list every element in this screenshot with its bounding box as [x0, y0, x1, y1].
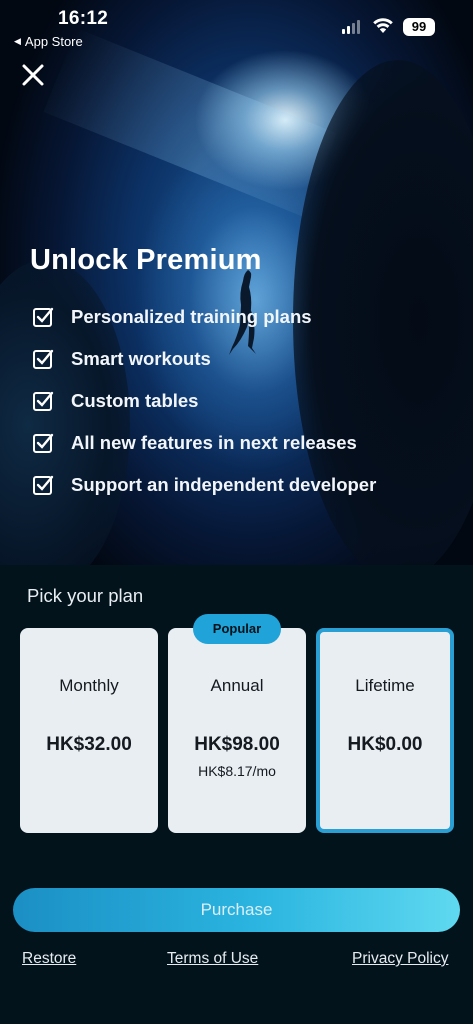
plan-price: HK$0.00 [347, 734, 423, 755]
back-triangle-icon: ◀ [14, 36, 21, 46]
plan-name: Monthly [59, 676, 119, 695]
plan-name: Lifetime [355, 676, 415, 695]
close-icon[interactable] [20, 62, 46, 88]
feature-item: Smart workouts [32, 338, 376, 380]
feature-label: All new features in next releases [71, 432, 357, 453]
feature-label: Personalized training plans [71, 306, 312, 327]
cellular-signal-icon [342, 20, 360, 34]
plan-card-monthly[interactable]: Monthly HK$32.00 [20, 628, 158, 833]
feature-label: Custom tables [71, 390, 199, 411]
checkbox-checked-icon [33, 391, 54, 411]
checkbox-checked-icon [33, 307, 54, 327]
battery-icon: 99 [403, 18, 435, 36]
plan-price: HK$98.00 [194, 734, 280, 755]
feature-label: Support an independent developer [71, 474, 377, 495]
feature-list: Personalized training plans Smart workou… [32, 296, 376, 506]
status-time: 16:12 [58, 8, 109, 29]
popular-badge: Popular [193, 614, 281, 644]
light-ray [43, 28, 337, 217]
plan-card-lifetime[interactable]: Lifetime HK$0.00 [316, 628, 454, 833]
feature-item: All new features in next releases [32, 422, 376, 464]
checkbox-checked-icon [33, 475, 54, 495]
checkbox-checked-icon [33, 433, 54, 453]
feature-item: Personalized training plans [32, 296, 376, 338]
plan-monthly-equivalent: HK$8.17/mo [198, 763, 276, 779]
plan-card-annual[interactable]: Annual HK$98.00 HK$8.17/mo [168, 628, 306, 833]
restore-link[interactable]: Restore [22, 950, 76, 968]
plan-name: Annual [210, 676, 264, 695]
wifi-icon [373, 18, 393, 33]
back-app-label: App Store [24, 34, 83, 49]
plan-price: HK$32.00 [46, 734, 132, 755]
plan-section-heading: Pick your plan [27, 585, 144, 606]
page-title: Unlock Premium [30, 244, 262, 276]
checkbox-checked-icon [33, 349, 54, 369]
feature-label: Smart workouts [71, 348, 211, 369]
purchase-button[interactable]: Purchase [13, 888, 460, 932]
back-to-app-store-link[interactable]: ◀ App Store [14, 34, 83, 49]
privacy-policy-link[interactable]: Privacy Policy [352, 950, 448, 968]
feature-item: Support an independent developer [32, 464, 376, 506]
terms-of-use-link[interactable]: Terms of Use [167, 950, 258, 968]
feature-item: Custom tables [32, 380, 376, 422]
